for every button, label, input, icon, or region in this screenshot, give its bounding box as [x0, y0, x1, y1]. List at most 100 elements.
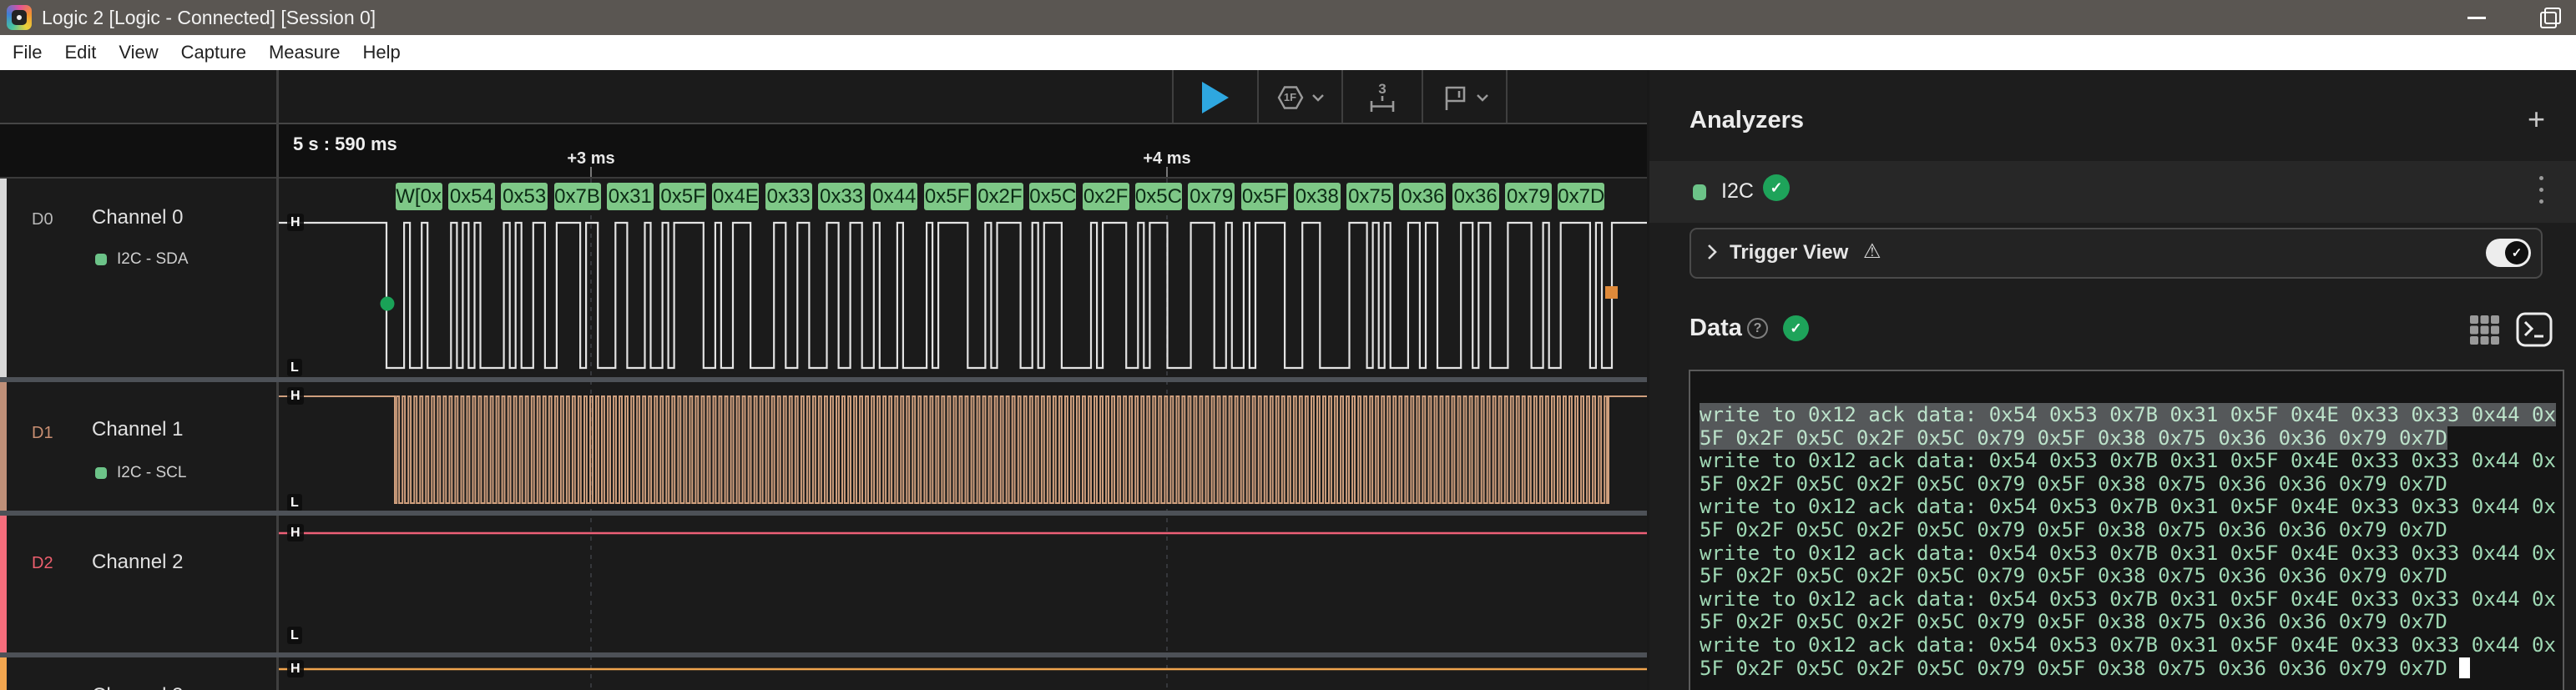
- terminal-entry-text: write to 0x12 ack data: 0x54 0x53 0x7B 0…: [1700, 587, 2556, 634]
- level-label-l: L: [287, 627, 302, 644]
- i2c-decode-bubble[interactable]: 0x79: [1188, 183, 1235, 210]
- terminal-entry-text: write to 0x12 ack data: 0x54 0x53 0x7B 0…: [1700, 633, 2556, 680]
- channel-separator[interactable]: [0, 511, 1647, 516]
- channel-color-strip: [0, 657, 7, 690]
- measurements-button[interactable]: 3: [1343, 70, 1422, 124]
- timeline-ruler[interactable]: 5 s : 590 ms +3 ms +4 ms: [0, 124, 1647, 177]
- timeline-tick-label: +3 ms: [567, 149, 614, 169]
- i2c-decode-bubble[interactable]: 0x33: [765, 183, 812, 210]
- i2c-decode-bubble[interactable]: 0x36: [1399, 183, 1446, 210]
- channel-id-label: D2: [32, 554, 53, 573]
- app-logo-icon: [7, 5, 32, 30]
- timeline-offset-label: 5 s : 590 ms: [293, 133, 397, 155]
- channel-analyzer-tag: I2C - SCL: [95, 464, 186, 482]
- waveform-view[interactable]: W[0x0x540x530x7B0x310x5F0x4E0x330x330x44…: [279, 179, 1647, 690]
- i2c-decode-bubble[interactable]: 0x4E: [712, 183, 759, 210]
- flag-icon: [1441, 83, 1469, 112]
- analyzer-menu-button[interactable]: [2539, 176, 2544, 209]
- terminal-entry[interactable]: write to 0x12 ack data: 0x54 0x53 0x7B 0…: [1700, 542, 2560, 588]
- level-label-h: H: [287, 660, 304, 677]
- minimize-icon: [2467, 17, 2486, 19]
- terminal-entry-text: write to 0x12 ack data: 0x54 0x53 0x7B 0…: [1700, 495, 2556, 541]
- channel-separator[interactable]: [0, 652, 1647, 657]
- i2c-decode-bubble[interactable]: 0x5C: [1135, 183, 1182, 210]
- i2c-decode-bubble[interactable]: 0x5F: [659, 183, 706, 210]
- add-analyzer-button[interactable]: +: [2528, 102, 2545, 137]
- i2c-decode-bubble[interactable]: 0x5F: [1241, 183, 1288, 210]
- i2c-decode-bubble[interactable]: 0x38: [1294, 183, 1341, 210]
- measurement-ruler-icon: 3: [1367, 81, 1397, 114]
- menu-measure[interactable]: Measure: [269, 42, 341, 63]
- level-label-h: H: [287, 524, 304, 541]
- level-label-l: L: [287, 494, 302, 511]
- trigger-view-section[interactable]: Trigger View ⚠ ✓: [1690, 228, 2543, 279]
- i2c-decode-bubble[interactable]: 0x75: [1346, 183, 1393, 210]
- menu-file[interactable]: File: [13, 42, 42, 63]
- channel-name[interactable]: Channel 0: [92, 206, 183, 229]
- i2c-decode-bubble[interactable]: 0x44: [871, 183, 917, 210]
- channel-analyzer-tag: I2C - SDA: [95, 250, 189, 269]
- i2c-decode-bubble[interactable]: 0x5F: [924, 183, 971, 210]
- channel-name[interactable]: Channel 1: [92, 418, 183, 441]
- i2c-decode-bubble[interactable]: 0x2F: [977, 183, 1023, 210]
- terminal-entry[interactable]: write to 0x12 ack data: 0x54 0x53 0x7B 0…: [1700, 496, 2560, 541]
- menu-capture[interactable]: Capture: [181, 42, 246, 63]
- restore-icon: [2540, 8, 2560, 28]
- analyzer-dot-icon: [95, 467, 107, 479]
- analyzer-dot-icon: [95, 254, 107, 265]
- start-capture-button[interactable]: [1174, 70, 1257, 124]
- capture-mode-button[interactable]: 1F: [1259, 70, 1341, 124]
- i2c-decode-bubble[interactable]: 0x31: [607, 183, 654, 210]
- channel-name[interactable]: Channel 2: [92, 551, 183, 574]
- timeline-tick: [1166, 167, 1168, 177]
- trigger-view-label: Trigger View: [1730, 241, 1848, 264]
- i2c-start-marker: [381, 297, 395, 311]
- logic2-window: Logic 2 [Logic - Connected] [Session 0] …: [0, 0, 2576, 690]
- channel-color-strip: [0, 179, 7, 377]
- channel-name[interactable]: Channel 3: [92, 684, 183, 690]
- play-icon: [1202, 82, 1229, 113]
- i2c-decode-bubble[interactable]: 0x7D: [1558, 183, 1604, 210]
- menu-help[interactable]: Help: [363, 42, 401, 63]
- terminal-view-icon[interactable]: [2516, 312, 2553, 347]
- i2c-decode-bubble[interactable]: 0x36: [1452, 183, 1499, 210]
- data-ok-icon: ✓: [1783, 315, 1809, 341]
- menu-bar: File Edit View Capture Measure Help: [0, 35, 2576, 70]
- i2c-decode-bubble[interactable]: 0x53: [501, 183, 548, 210]
- title-bar: Logic 2 [Logic - Connected] [Session 0]: [0, 0, 2576, 35]
- channel-color-strip: [0, 516, 7, 652]
- i2c-decode-bubble[interactable]: 0x5C: [1029, 183, 1076, 210]
- terminal-entry[interactable]: write to 0x12 ack data: 0x54 0x53 0x7B 0…: [1700, 588, 2560, 634]
- table-view-icon[interactable]: [2469, 315, 2500, 345]
- terminal-entry-text: write to 0x12 ack data: 0x54 0x53 0x7B 0…: [1700, 449, 2556, 496]
- data-terminal[interactable]: write to 0x12 ack data: 0x54 0x53 0x7B 0…: [1689, 370, 2564, 690]
- help-icon[interactable]: ?: [1747, 318, 1768, 339]
- terminal-entry-text: write to 0x12 ack data: 0x54 0x53 0x7B 0…: [1700, 403, 2556, 450]
- i2c-decode-bubble[interactable]: 0x54: [448, 183, 495, 210]
- analyzer-name: I2C: [1721, 179, 1754, 204]
- channel-color-strip: [0, 382, 7, 511]
- trigger-view-toggle[interactable]: ✓: [2486, 239, 2531, 267]
- chevron-down-icon: [1476, 93, 1489, 102]
- window-title: Logic 2 [Logic - Connected] [Session 0]: [42, 7, 376, 29]
- i2c-decode-bubble[interactable]: 0x79: [1505, 183, 1552, 210]
- i2c-decode-bubble[interactable]: 0x7B: [554, 183, 601, 210]
- terminal-entry[interactable]: write to 0x12 ack data: 0x54 0x53 0x7B 0…: [1700, 450, 2560, 496]
- i2c-decode-bubble[interactable]: W[0x: [396, 183, 442, 210]
- terminal-entry[interactable]: write to 0x12 ack data: 0x54 0x53 0x7B 0…: [1700, 634, 2560, 680]
- i2c-decode-bubble[interactable]: 0x2F: [1083, 183, 1129, 210]
- i2c-stop-marker: [1605, 286, 1618, 299]
- analyzer-tag-label: I2C - SDA: [117, 250, 189, 269]
- chevron-right-icon: [1706, 243, 1718, 261]
- terminal-entry[interactable]: write to 0x12 ack data: 0x54 0x53 0x7B 0…: [1700, 404, 2560, 450]
- warning-icon: ⚠: [1863, 239, 1881, 264]
- menu-view[interactable]: View: [119, 42, 158, 63]
- i2c-decode-bubble[interactable]: 0x33: [818, 183, 865, 210]
- menu-edit[interactable]: Edit: [64, 42, 96, 63]
- timeline-tick-label: +4 ms: [1143, 149, 1190, 169]
- restore-button[interactable]: [2531, 0, 2569, 35]
- channel-separator[interactable]: [0, 377, 1647, 382]
- minimize-button[interactable]: [2457, 0, 2496, 35]
- analyzer-row-i2c[interactable]: I2C ✓: [1649, 161, 2576, 223]
- annotations-button[interactable]: [1423, 70, 1506, 124]
